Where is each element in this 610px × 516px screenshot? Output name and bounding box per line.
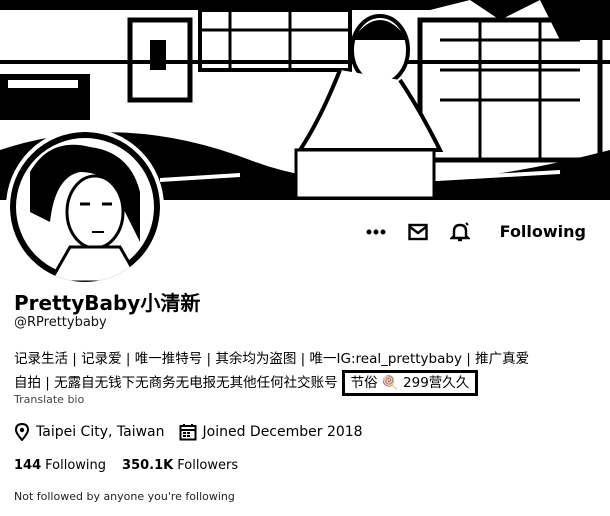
join-date-text: Joined December 2018 xyxy=(202,424,363,440)
bio-line-1: 记录生活 | 记录爱 | 唯一推特号 | 其余均为盗图 | 唯一IG:real_… xyxy=(14,351,530,367)
followers-count: 350.1K xyxy=(122,458,174,473)
join-date: Joined December 2018 xyxy=(179,423,363,441)
display-name: PrettyBaby小清新 xyxy=(14,291,201,315)
bio-line-2-text: 自拍 | 无露自无钱下无商务无电报无其他任何社交账号 xyxy=(14,375,338,391)
location-pin-icon xyxy=(14,423,30,441)
not-followed-notice: Not followed by anyone you're following xyxy=(14,490,235,503)
calendar-icon xyxy=(179,424,196,441)
following-count: 144 xyxy=(14,458,42,473)
location: Taipei City, Taiwan xyxy=(14,423,165,441)
more-icon[interactable] xyxy=(362,218,390,246)
profile-meta: Taipei City, Taiwan Joined December 2018 xyxy=(14,423,377,441)
followers-count-link[interactable]: 350.1K Followers xyxy=(122,458,238,473)
follow-stats: 144 Following 350.1K Followers xyxy=(14,458,254,473)
following-count-link[interactable]: 144 Following xyxy=(14,458,106,473)
following-label: Following xyxy=(45,458,107,473)
profile-actions: Following xyxy=(360,214,610,250)
avatar[interactable] xyxy=(6,128,164,286)
followers-label: Followers xyxy=(177,458,239,473)
bio: 记录生活 | 记录爱 | 唯一推特号 | 其余均为盗图 | 唯一IG:real_… xyxy=(14,348,599,396)
avatar-image xyxy=(10,132,160,282)
translate-bio-link[interactable]: Translate bio xyxy=(14,393,84,406)
user-handle: @RPrettybaby xyxy=(14,315,107,330)
location-text: Taipei City, Taiwan xyxy=(36,424,165,440)
notification-bell-icon[interactable] xyxy=(446,218,474,246)
message-icon[interactable] xyxy=(404,218,432,246)
bio-highlight: 节俗 🍭 299营久久 xyxy=(341,370,479,396)
following-button[interactable]: Following xyxy=(496,216,590,248)
bio-line-2: 自拍 | 无露自无钱下无商务无电报无其他任何社交账号 节俗 🍭 299营久久 xyxy=(14,370,599,396)
